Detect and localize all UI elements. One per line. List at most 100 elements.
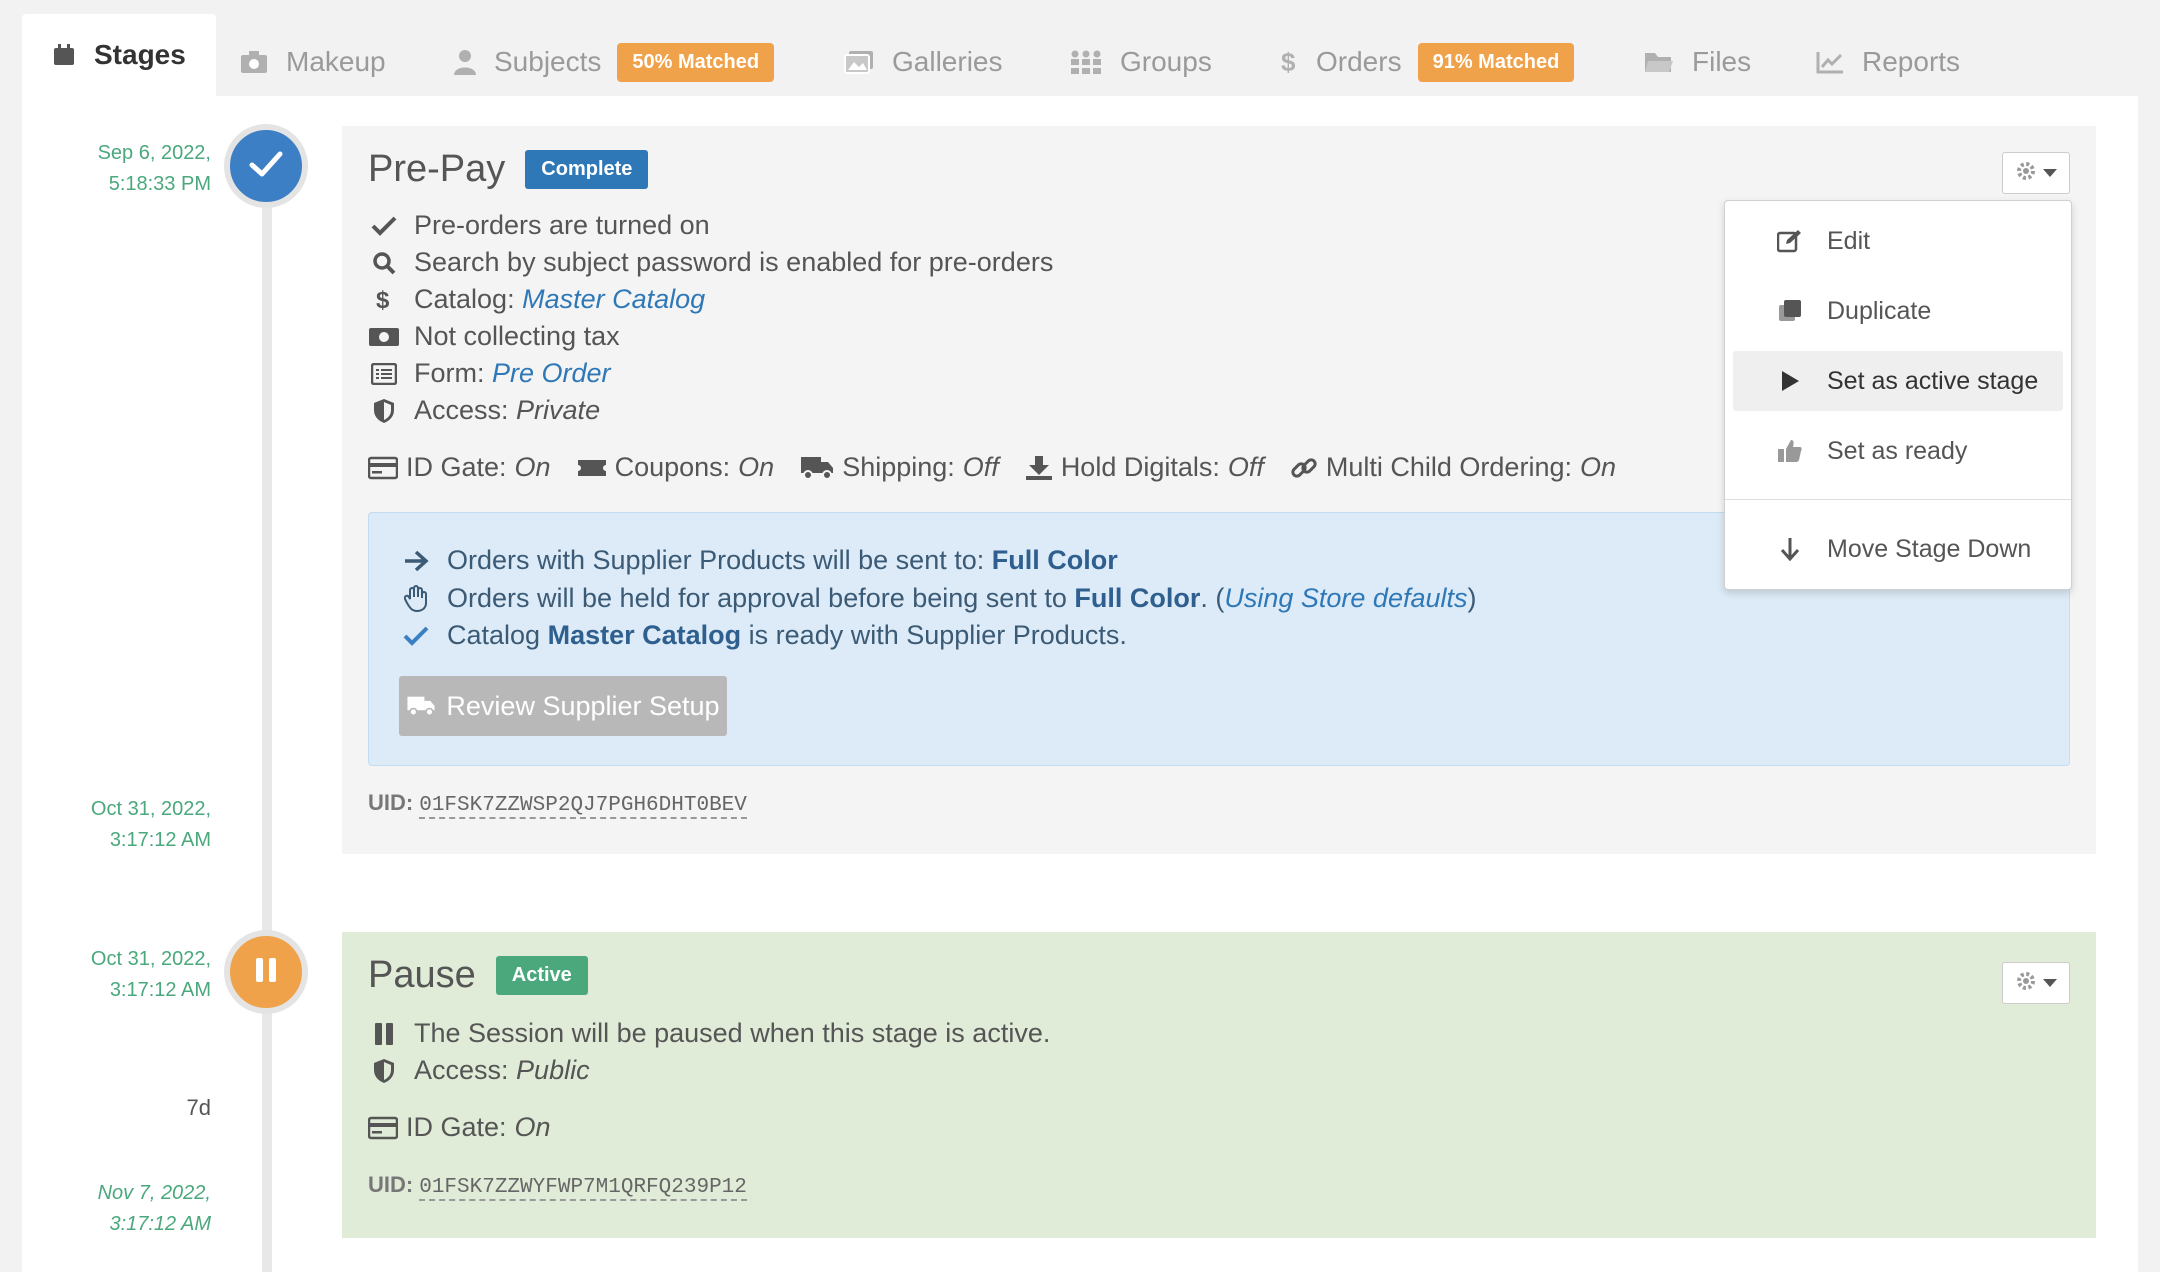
stage-flags: ID Gate: On Coupons: On Shipping: Off Hold … [368, 452, 1642, 483]
review-supplier-setup-button[interactable]: Review Supplier Setup [399, 676, 727, 736]
ticket-icon [577, 457, 607, 479]
dollar-icon: $ [1280, 49, 1298, 75]
tab-label: Makeup [286, 46, 386, 77]
supplier-catalog-row: Catalog Master Catalog is ready with Sup… [401, 620, 1127, 651]
checkmark-icon [249, 150, 283, 183]
uid-value[interactable]: 01FSK7ZZWSP2QJ7PGH6DHT0BEV [419, 794, 747, 819]
tab-subjects[interactable]: Subjects 50% Matched [454, 28, 775, 96]
timestamp-prepay-end: Oct 31, 2022, 3:17:12 AM [90, 798, 211, 851]
status-badge: Complete [525, 150, 649, 189]
caret-down-icon [2043, 974, 2057, 992]
shield-icon [368, 1058, 400, 1084]
edit-icon [1773, 229, 1807, 253]
supplier-route-row: Orders with Supplier Products will be se… [401, 545, 1118, 576]
search-row: Search by subject password is enabled fo… [368, 247, 1053, 278]
timestamp-prepay-start: Sep 6, 2022, 5:18:33 PM [97, 142, 211, 195]
arrow-right-icon [401, 550, 431, 572]
shield-icon [368, 398, 400, 424]
form-row: Form: Pre Order [368, 358, 611, 389]
list-icon [368, 362, 400, 385]
pause-duration: 7d [186, 1095, 211, 1120]
multi-child-flag: Multi Child Ordering: On [1290, 452, 1616, 483]
menu-item-move-down[interactable]: Move Stage Down [1733, 519, 2063, 579]
stage-card-pause: Pause Active The Session will be paused … [342, 932, 2096, 1238]
tab-label: Files [1692, 46, 1752, 77]
tab-label: Groups [1120, 46, 1212, 77]
id-card-icon [368, 456, 398, 480]
shipping-flag: Shipping: Off [800, 452, 999, 483]
pause-icon [368, 1022, 400, 1046]
svg-text:$: $ [376, 287, 390, 313]
tab-makeup[interactable]: Makeup [240, 28, 386, 96]
tab-label: Galleries [892, 46, 1003, 77]
tab-label: Reports [1862, 46, 1961, 77]
access-row: Access: Public [368, 1055, 590, 1086]
money-bill-icon [368, 327, 400, 347]
form-link[interactable]: Pre Order [492, 358, 611, 389]
uid-value[interactable]: 01FSK7ZZWYFWP7M1QRFQ239P12 [419, 1176, 747, 1201]
gear-icon [2015, 160, 2037, 187]
pause-icon [252, 956, 280, 989]
stage-actions-menu: Edit Duplicate Set as active stage Set a… [1724, 200, 2072, 590]
orders-match-badge: 91% Matched [1417, 42, 1575, 82]
stage-flags: ID Gate: On [368, 1112, 577, 1143]
image-icon [844, 50, 874, 74]
tab-label: Stages [94, 39, 186, 70]
supplier-hold-row: Orders will be held for approval before … [401, 583, 1477, 614]
id-gate-flag: ID Gate: On [368, 1112, 551, 1143]
preorders-row: Pre-orders are turned on [368, 210, 710, 241]
calendar-icon [52, 43, 76, 67]
catalog-link[interactable]: Master Catalog [522, 284, 705, 315]
truck-icon [800, 455, 834, 481]
menu-item-set-ready[interactable]: Set as ready [1733, 421, 2063, 481]
tab-galleries[interactable]: Galleries [844, 28, 1002, 96]
subjects-match-badge: 50% Matched [617, 42, 775, 82]
caret-down-icon [2043, 164, 2057, 182]
pause-info-row: The Session will be paused when this sta… [368, 1018, 1050, 1049]
timestamp-pause-end: Nov 7, 2022, 3:17:12 AM [97, 1182, 211, 1235]
tax-row: Not collecting tax [368, 321, 620, 352]
timestamp-pause-start: Oct 31, 2022, 3:17:12 AM [90, 948, 211, 1001]
user-icon [454, 49, 476, 75]
timeline-line [262, 166, 272, 1272]
tab-groups[interactable]: Groups [1070, 28, 1212, 96]
stage-title: Pause Active [368, 954, 588, 997]
stage-settings-button[interactable] [2002, 962, 2070, 1004]
menu-item-edit[interactable]: Edit [1733, 211, 2063, 271]
link-icon [1290, 454, 1318, 482]
tab-reports[interactable]: Reports [1816, 28, 1960, 96]
stage-uid: UID: 01FSK7ZZWYFWP7M1QRFQ239P12 [368, 1172, 747, 1201]
tab-stages[interactable]: Stages [22, 14, 216, 96]
camera-icon [240, 50, 268, 74]
stage-settings-button[interactable] [2002, 152, 2070, 194]
id-card-icon [368, 1116, 398, 1140]
arrow-down-icon [1773, 536, 1807, 562]
catalog-row: $ Catalog: Master Catalog [368, 284, 705, 315]
coupons-flag: Coupons: On [577, 452, 774, 483]
dollar-icon: $ [368, 287, 400, 313]
stage-complete-node [224, 124, 308, 208]
menu-divider [1725, 499, 2071, 500]
stage-uid: UID: 01FSK7ZZWSP2QJ7PGH6DHT0BEV [368, 790, 747, 819]
search-icon [368, 251, 400, 275]
svg-text:$: $ [1281, 49, 1296, 75]
tab-files[interactable]: Files [1644, 28, 1751, 96]
download-icon [1025, 455, 1053, 481]
hold-digitals-flag: Hold Digitals: Off [1025, 452, 1264, 483]
check-icon [368, 216, 400, 236]
stage-title: Pre-Pay Complete [368, 148, 649, 191]
tab-bar: Stages Makeup Subjects 50% Matched Galle… [22, 14, 2138, 96]
truck-icon [406, 695, 436, 717]
access-row: Access: Private [368, 395, 600, 426]
stage-pause-node [224, 930, 308, 1014]
copy-icon [1773, 299, 1807, 323]
thumbs-up-icon [1773, 439, 1807, 463]
id-gate-flag: ID Gate: On [368, 452, 551, 483]
tab-orders[interactable]: $ Orders 91% Matched [1280, 28, 1575, 96]
folder-icon [1644, 50, 1674, 74]
group-icon [1070, 49, 1102, 75]
tab-label: Orders [1316, 46, 1402, 77]
menu-item-set-active[interactable]: Set as active stage [1733, 351, 2063, 411]
menu-item-duplicate[interactable]: Duplicate [1733, 281, 2063, 341]
tab-label: Subjects [494, 46, 602, 77]
